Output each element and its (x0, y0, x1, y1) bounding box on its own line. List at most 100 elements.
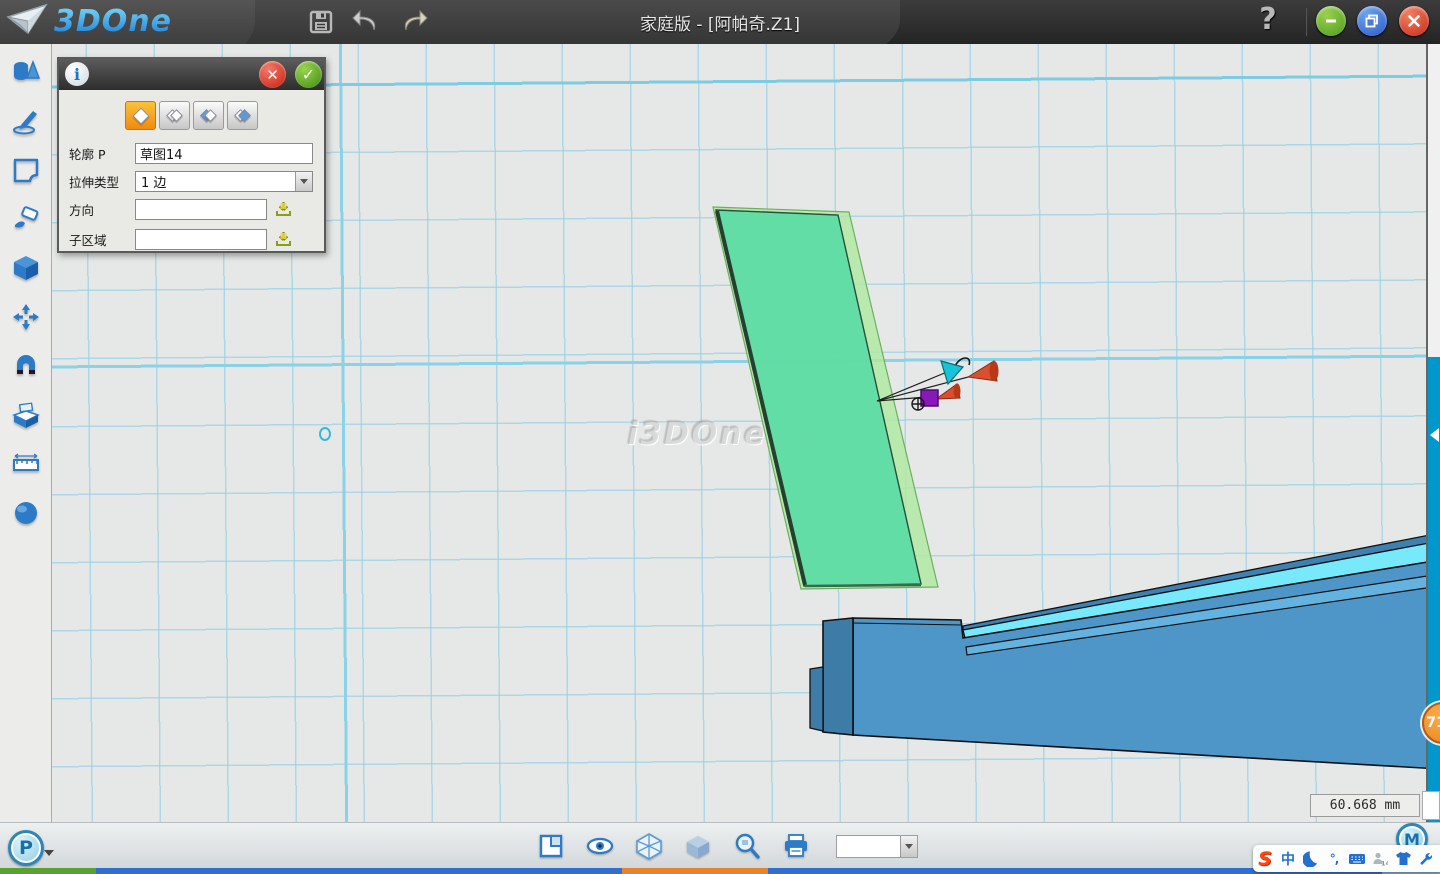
dimension-readout: 60.668 mm (1310, 794, 1420, 817)
tab-extrude-basic[interactable] (125, 101, 156, 130)
minimize-button[interactable] (1316, 6, 1346, 36)
save-button[interactable] (305, 6, 337, 38)
bottom-toolbar: P (0, 822, 1440, 868)
subregion-label: 子区域 (69, 230, 135, 249)
dialog-confirm-button[interactable]: ✓ (295, 61, 322, 88)
taskbar-segment-blue (96, 868, 622, 874)
pencil-icon (11, 107, 41, 135)
direction-pick-button[interactable] (275, 201, 292, 218)
material-button[interactable] (6, 499, 46, 548)
primitive-shapes-button[interactable] (6, 58, 46, 107)
sketch-plane-button[interactable] (6, 156, 46, 205)
titlebar: 3DOne (0, 0, 1440, 44)
direction-input[interactable] (135, 199, 267, 220)
taskbar-segment-green (0, 868, 96, 874)
help-button[interactable]: ? (1252, 2, 1284, 42)
tab-extrude-offset[interactable] (227, 101, 258, 130)
sogou-logo-icon[interactable]: S (1255, 848, 1275, 870)
box-papers-icon (11, 401, 41, 429)
dropdown-arrow-icon[interactable] (900, 836, 917, 857)
extrude-type-label: 拉伸类型 (69, 172, 135, 191)
titlebar-divider (1306, 8, 1307, 36)
direction-row: 方向 (69, 198, 292, 220)
wireframe-cube-icon (635, 832, 663, 860)
feature-cube-button[interactable] (6, 254, 46, 303)
profile-row: 轮廓 P (69, 142, 313, 164)
wireframe-view-button[interactable] (634, 831, 664, 861)
dropdown-arrow-icon[interactable] (295, 172, 312, 191)
info-icon[interactable]: i (65, 62, 89, 86)
sogou-input-bar: S 中 °, 14 (1253, 845, 1440, 872)
primitive-shapes-icon (11, 58, 41, 86)
dialog-cancel-button[interactable]: ✕ (259, 61, 286, 88)
profile-mode-button[interactable]: P (8, 830, 44, 866)
logo-text: 3DOne (54, 4, 172, 39)
person-stats-icon[interactable]: 14 (1370, 848, 1390, 870)
restore-button[interactable] (1357, 6, 1387, 36)
app-window: 3DOne (0, 0, 1440, 874)
right-strip-top (1428, 44, 1440, 357)
subregion-input[interactable] (135, 229, 267, 250)
assembly-button[interactable] (6, 401, 46, 450)
sphere-icon (11, 499, 41, 527)
drag-handle-cyan-cone (941, 361, 963, 384)
extrude-type-dropdown[interactable]: 1 边 (135, 171, 313, 192)
snap-button[interactable] (6, 352, 46, 401)
print-button[interactable] (781, 831, 811, 861)
visibility-button[interactable] (585, 831, 615, 861)
view-layout-button[interactable] (536, 831, 566, 861)
sketch-button[interactable] (6, 107, 46, 156)
window-title: 家庭版 - [阿帕奇.Z1] (0, 0, 1440, 44)
punctuation-icon[interactable]: °, (1324, 848, 1344, 870)
eraser-button[interactable] (6, 205, 46, 254)
view-scale-dropdown[interactable] (836, 835, 918, 858)
pick-arrow-icon (275, 231, 292, 248)
skin-tshirt-icon[interactable] (1393, 848, 1413, 870)
minimize-icon (1323, 13, 1339, 29)
diamond-icon (132, 107, 149, 124)
extrude-type-row: 拉伸类型 1 边 (69, 170, 313, 192)
extrusion-preview-shape[interactable] (713, 207, 938, 589)
zoom-button[interactable] (732, 831, 762, 861)
subregion-row: 子区域 (69, 228, 292, 250)
close-button[interactable] (1399, 6, 1429, 36)
pick-arrow-icon (275, 201, 292, 218)
view-layout-icon (538, 833, 564, 859)
settings-wrench-icon[interactable] (1416, 848, 1436, 870)
eraser-icon (11, 205, 41, 233)
halfwidth-moon-icon[interactable] (1301, 848, 1321, 870)
eye-icon (585, 834, 615, 858)
move-button[interactable] (6, 303, 46, 352)
undo-button[interactable] (351, 6, 383, 38)
measure-button[interactable] (6, 450, 46, 499)
extrude-manipulators[interactable] (877, 358, 999, 410)
cube-icon (11, 254, 41, 282)
close-icon (1406, 13, 1422, 29)
shaded-view-button[interactable] (683, 831, 713, 861)
move-arrows-icon (11, 303, 41, 331)
os-taskbar-strip (0, 868, 1440, 874)
dialog-header: i ✕ ✓ (59, 59, 324, 90)
app-logo: 3DOne (6, 3, 172, 39)
taskbar-segment-orange (622, 868, 768, 874)
tab-extrude-both-sides[interactable] (159, 101, 190, 130)
restore-icon (1364, 13, 1380, 29)
direction-label: 方向 (69, 200, 135, 219)
subregion-pick-button[interactable] (275, 231, 292, 248)
redo-button[interactable] (397, 6, 429, 38)
extrude-type-value: 1 边 (141, 172, 166, 191)
extrude-type-tabs (125, 101, 258, 130)
redo-icon (398, 9, 428, 35)
left-toolbar (0, 44, 52, 822)
right-strip-bottom[interactable] (1428, 357, 1440, 822)
profile-mode-caret-icon[interactable] (44, 850, 54, 856)
expand-panel-arrow-icon[interactable] (1430, 428, 1439, 442)
tab-extrude-add[interactable] (193, 101, 224, 130)
profile-label: 轮廓 P (69, 144, 135, 163)
soft-keyboard-icon[interactable] (1347, 848, 1367, 870)
chinese-mode-icon[interactable]: 中 (1278, 848, 1298, 870)
profile-input[interactable] (135, 143, 313, 164)
printer-icon (782, 833, 810, 859)
red-cone-base (990, 361, 999, 381)
dimension-input-box[interactable] (1422, 791, 1440, 820)
